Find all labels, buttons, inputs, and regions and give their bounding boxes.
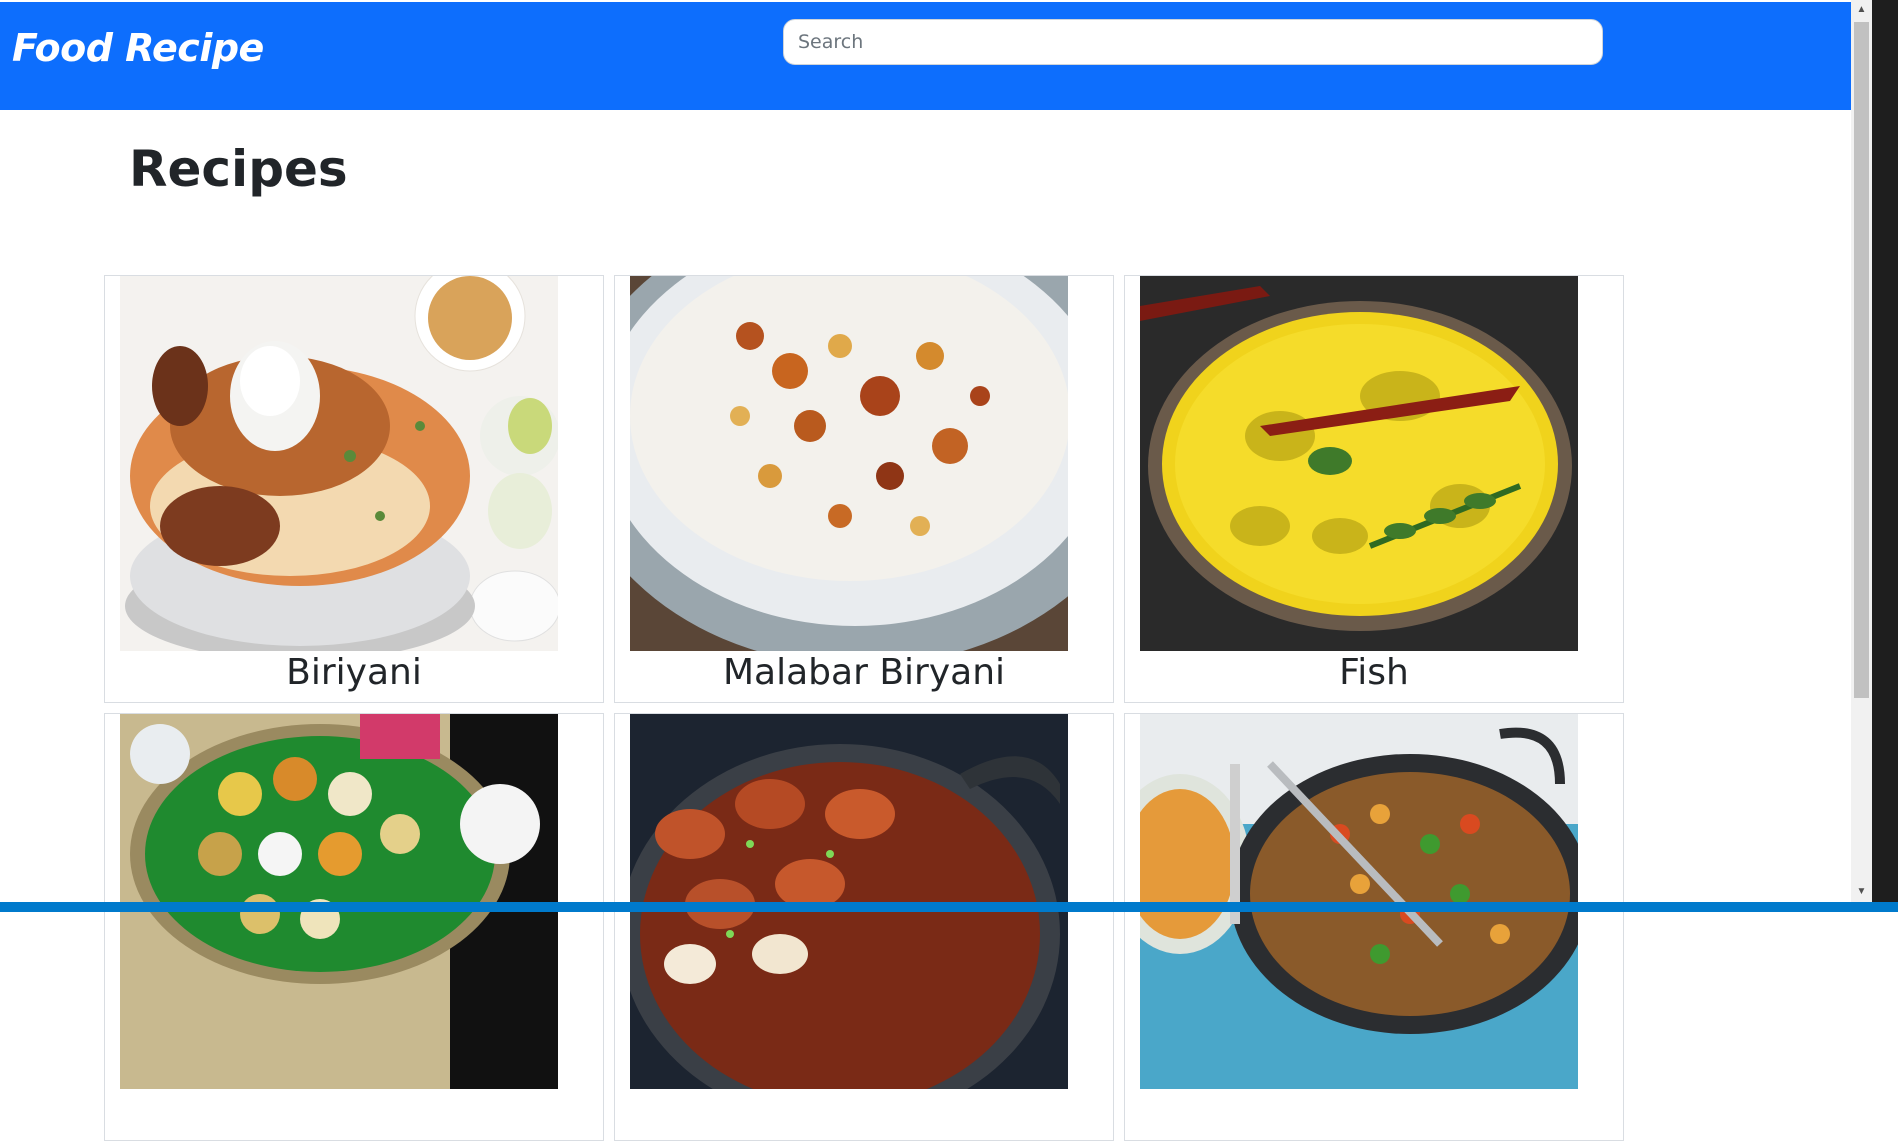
- recipe-title: Biriyani: [286, 652, 422, 693]
- recipe-card-6[interactable]: [1124, 713, 1624, 1141]
- scroll-up-arrow-icon[interactable]: ▲: [1851, 0, 1872, 20]
- recipe-image: [630, 276, 1068, 651]
- search-input[interactable]: [783, 19, 1603, 65]
- page-title: Recipes: [129, 140, 348, 198]
- recipe-card-5[interactable]: [614, 713, 1114, 1141]
- scroll-down-arrow-icon[interactable]: ▼: [1851, 882, 1872, 902]
- recipe-card-biriyani[interactable]: Biriyani: [104, 275, 604, 703]
- recipe-image: [1140, 276, 1578, 651]
- brand-link[interactable]: Food Recipe: [12, 26, 264, 70]
- recipe-title: Fish: [1339, 652, 1409, 693]
- navbar: Food Recipe: [0, 2, 1851, 110]
- recipe-grid: Biriyani Malabar Biryani Fish: [104, 275, 1624, 1141]
- status-bar: [0, 902, 1898, 912]
- editor-panel-edge: [1872, 0, 1898, 902]
- recipe-card-malabar-biryani[interactable]: Malabar Biryani: [614, 275, 1114, 703]
- recipe-card-fish[interactable]: Fish: [1124, 275, 1624, 703]
- recipe-card-4[interactable]: [104, 713, 604, 1141]
- page-scrollbar[interactable]: ▲ ▼: [1851, 0, 1872, 902]
- scrollbar-thumb[interactable]: [1854, 22, 1869, 698]
- recipe-image: [120, 276, 558, 651]
- recipe-title: Malabar Biryani: [722, 652, 1006, 693]
